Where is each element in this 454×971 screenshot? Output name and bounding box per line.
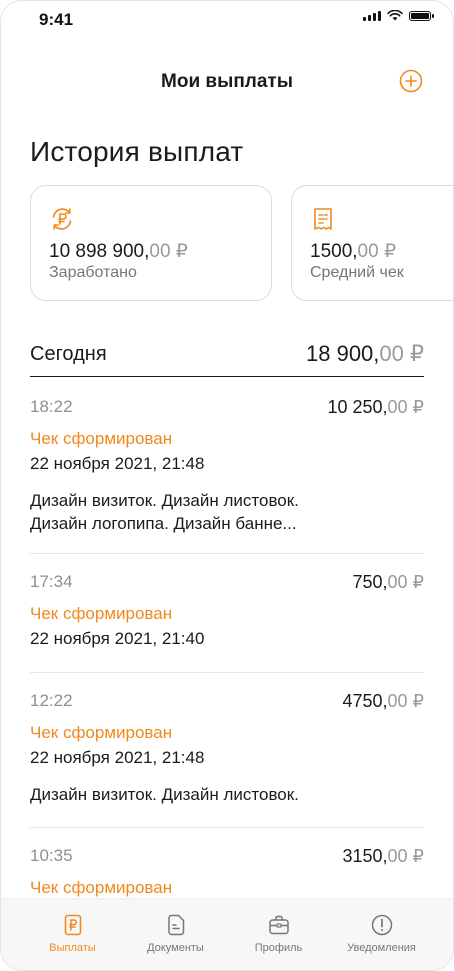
payment-time: 17:34: [30, 572, 73, 591]
payment-status[interactable]: Чек сформирован: [30, 878, 172, 898]
payment-amount-int: 10 250,: [327, 397, 388, 417]
payment-amount-dec: 00 ₽: [387, 572, 424, 592]
payment-amount: 10 250,00 ₽: [327, 397, 424, 418]
day-group-title: Сегодня: [30, 343, 107, 365]
payment-amount-dec: 00 ₽: [387, 397, 424, 417]
tab-label: Уведомления: [347, 942, 416, 954]
earned-amount-int: 10 898 900,: [49, 241, 150, 262]
summary-cards: 10 898 900,00 ₽ Заработано 1500,00 ₽ Сре…: [30, 185, 453, 301]
average-amount: 1500,00 ₽: [310, 240, 396, 263]
status-bar: 9:41: [1, 1, 453, 37]
ruble-doc-icon: [64, 914, 81, 936]
tab-notifications[interactable]: Уведомления: [337, 899, 427, 970]
add-circle-icon[interactable]: [399, 69, 423, 93]
payment-date: 22 ноября 2021, 21:48: [30, 748, 205, 767]
summary-card-average[interactable]: 1500,00 ₽ Средний чек: [291, 185, 453, 301]
battery-icon: [409, 10, 434, 21]
payment-description: Дизайн визиток. Дизайн листовок.: [30, 783, 424, 806]
signal-icon: [363, 10, 381, 21]
wifi-icon: [387, 10, 403, 21]
payment-amount: 750,00 ₽: [352, 572, 424, 593]
payment-description: Дизайн визиток. Дизайн листовок. Дизайн …: [30, 489, 424, 535]
payment-amount-dec: 00 ₽: [387, 691, 424, 711]
payment-item[interactable]: 17:34 750,00 ₽ Чек сформирован 22 ноября…: [30, 554, 424, 673]
average-amount-dec: 00 ₽: [357, 241, 397, 262]
day-group-total: 18 900,00 ₽: [306, 341, 424, 367]
tab-profile[interactable]: Профиль: [234, 899, 324, 970]
payment-amount: 3150,00 ₽: [342, 846, 424, 867]
section-title: История выплат: [30, 136, 244, 167]
status-icons: [363, 10, 434, 21]
summary-card-earned[interactable]: 10 898 900,00 ₽ Заработано: [30, 185, 272, 301]
payment-description-line: Дизайн визиток. Дизайн листовок.: [30, 785, 299, 804]
tab-label: Выплаты: [49, 942, 96, 954]
payment-description-line: Дизайн визиток. Дизайн листовок.: [30, 491, 299, 510]
payment-status[interactable]: Чек сформирован: [30, 429, 172, 449]
day-group-header: Сегодня 18 900,00 ₽: [30, 339, 424, 377]
earned-amount: 10 898 900,00 ₽: [49, 240, 188, 263]
payment-amount: 4750,00 ₽: [342, 691, 424, 712]
day-total-int: 18 900,: [306, 341, 380, 366]
payment-description-line: Дизайн логопипа. Дизайн банне...: [30, 514, 297, 533]
tab-payments[interactable]: Выплаты: [28, 899, 118, 970]
tab-label: Профиль: [254, 942, 303, 954]
payment-time: 12:22: [30, 691, 73, 710]
payment-amount-int: 3150,: [342, 846, 388, 866]
payment-status[interactable]: Чек сформирован: [30, 604, 172, 624]
tab-documents[interactable]: Документы: [131, 899, 221, 970]
tab-bar: Выплаты Документы Профиль Уведомления: [1, 898, 453, 970]
ruble-refresh-icon: [52, 208, 72, 230]
payments-list: 18:22 10 250,00 ₽ Чек сформирован 22 ноя…: [30, 379, 424, 928]
document-icon: [167, 914, 184, 936]
alert-icon: [371, 914, 392, 936]
payment-date: 22 ноября 2021, 21:48: [30, 454, 205, 473]
receipt-icon: [314, 208, 332, 230]
earned-label: Заработано: [49, 264, 137, 281]
payment-item[interactable]: 12:22 4750,00 ₽ Чек сформирован 22 ноябр…: [30, 673, 424, 828]
app-screen: 9:41 Мои выплаты История выплат 10 898 9…: [0, 0, 454, 971]
page-title: Мои выплаты: [161, 71, 293, 92]
average-amount-int: 1500,: [310, 241, 358, 262]
payment-amount-int: 4750,: [342, 691, 388, 711]
day-total-dec: 00 ₽: [379, 341, 424, 366]
payment-date: 22 ноября 2021, 21:40: [30, 629, 205, 648]
status-time: 9:41: [39, 10, 74, 29]
payment-amount-int: 750,: [352, 572, 388, 592]
payment-amount-dec: 00 ₽: [387, 846, 424, 866]
average-label: Средний чек: [310, 264, 404, 281]
tab-label: Документы: [147, 942, 204, 954]
payment-time: 18:22: [30, 397, 73, 416]
payment-time: 10:35: [30, 846, 73, 865]
earned-amount-dec: 00 ₽: [149, 241, 188, 262]
payment-status[interactable]: Чек сформирован: [30, 723, 172, 743]
payment-item[interactable]: 18:22 10 250,00 ₽ Чек сформирован 22 ноя…: [30, 379, 424, 554]
briefcase-icon: [268, 915, 289, 935]
